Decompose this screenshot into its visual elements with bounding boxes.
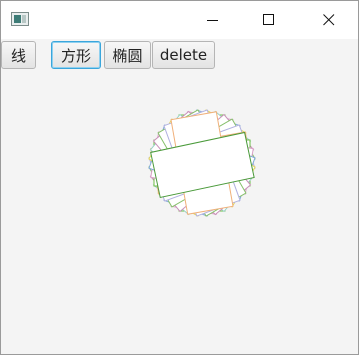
canvas-drawing (148, 109, 256, 217)
minimize-icon (207, 20, 218, 21)
square-button[interactable]: 方形 (51, 41, 101, 69)
toolbar: 线 方形 椭圆 delete (1, 39, 358, 73)
ellipse-button[interactable]: 椭圆 (104, 41, 151, 69)
app-window: 线 方形 椭圆 delete (0, 0, 359, 355)
app-icon (11, 12, 29, 26)
close-button[interactable] (306, 1, 352, 39)
close-icon (323, 14, 335, 26)
title-bar[interactable] (1, 1, 358, 39)
maximize-icon (263, 14, 274, 25)
drawing-canvas[interactable] (1, 73, 358, 354)
minimize-button[interactable] (190, 1, 236, 39)
line-button[interactable]: 线 (1, 41, 36, 69)
maximize-button[interactable] (246, 1, 292, 39)
delete-button[interactable]: delete (152, 41, 215, 69)
